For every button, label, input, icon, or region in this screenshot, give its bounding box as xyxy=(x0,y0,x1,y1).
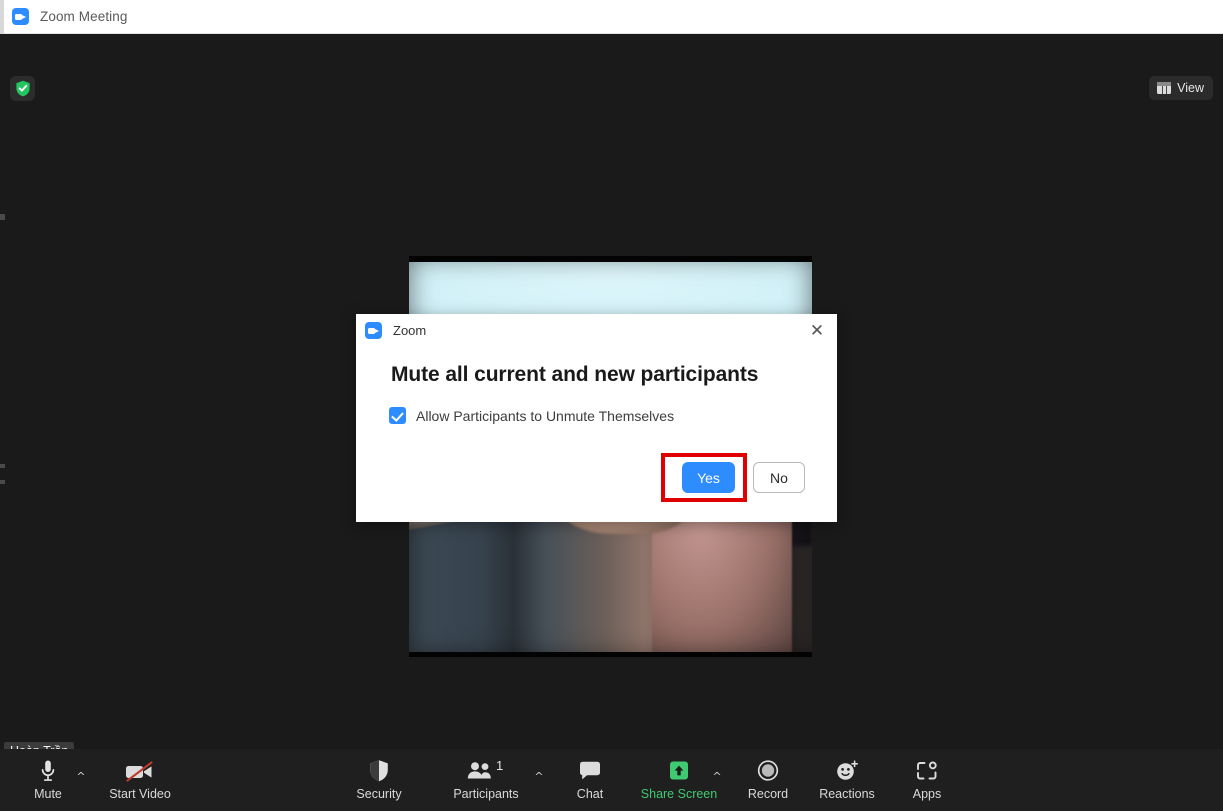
window-titlebar: Zoom Meeting xyxy=(0,0,1223,34)
camera-off-icon xyxy=(123,758,157,784)
green-shield-check-icon[interactable] xyxy=(10,76,35,101)
zoom-camera-icon xyxy=(365,322,382,339)
shield-icon xyxy=(368,758,390,784)
dialog-title: Zoom xyxy=(393,323,427,338)
microphone-icon xyxy=(40,758,56,784)
zoom-meeting-window: Zoom Meeting View Zoom ✕ Mute all curren… xyxy=(0,0,1223,811)
allow-unmute-label: Allow Participants to Unmute Themselves xyxy=(416,407,675,424)
audio-options-caret-icon[interactable]: ^ xyxy=(74,769,88,783)
reactions-button-label: Reactions xyxy=(819,787,875,801)
close-icon[interactable]: ✕ xyxy=(805,321,829,341)
security-button-label: Security xyxy=(356,787,402,801)
share-screen-button[interactable]: Share Screen xyxy=(641,758,717,806)
mute-button[interactable]: Mute xyxy=(16,758,80,806)
share-screen-button-label: Share Screen xyxy=(640,787,718,801)
record-button-label: Record xyxy=(747,787,789,801)
chat-button[interactable]: Chat xyxy=(558,758,622,806)
chat-bubble-icon xyxy=(578,758,602,784)
grid-view-icon xyxy=(1157,82,1172,94)
record-circle-icon xyxy=(756,758,780,784)
participants-button[interactable]: 1 Participants xyxy=(453,758,519,806)
titlebar-left-edge xyxy=(0,0,4,34)
apps-brackets-icon xyxy=(915,758,939,784)
window-title: Zoom Meeting xyxy=(40,9,128,24)
stage-left-edge-artifacts xyxy=(0,34,5,749)
dialog-heading: Mute all current and new participants xyxy=(391,363,759,386)
view-button-label: View xyxy=(1177,81,1204,95)
participants-button-label: Participants xyxy=(453,787,519,801)
security-button[interactable]: Security xyxy=(347,758,411,806)
allow-unmute-checkbox-row[interactable]: Allow Participants to Unmute Themselves xyxy=(389,407,674,424)
dialog-titlebar: Zoom xyxy=(356,314,837,347)
record-button[interactable]: Record xyxy=(736,758,800,806)
meeting-toolbar: Mute ^ Start Video Security 1 Participan… xyxy=(0,749,1223,811)
reactions-button[interactable]: Reactions xyxy=(815,758,879,806)
share-screen-up-arrow-icon xyxy=(666,758,692,784)
yes-button[interactable]: Yes xyxy=(682,462,735,493)
apps-button-label: Apps xyxy=(912,787,942,801)
mute-button-label: Mute xyxy=(34,787,62,801)
share-options-caret-icon[interactable]: ^ xyxy=(710,769,724,783)
no-button[interactable]: No xyxy=(753,462,805,493)
chat-button-label: Chat xyxy=(576,787,604,801)
participants-options-caret-icon[interactable]: ^ xyxy=(532,769,546,783)
start-video-button[interactable]: Start Video xyxy=(108,758,172,806)
start-video-button-label: Start Video xyxy=(109,787,171,801)
people-icon: 1 xyxy=(463,758,509,784)
zoom-camera-icon xyxy=(12,8,29,25)
view-button[interactable]: View xyxy=(1149,76,1213,100)
smiley-plus-icon xyxy=(834,758,860,784)
allow-unmute-checkbox[interactable] xyxy=(389,407,406,424)
apps-button[interactable]: Apps xyxy=(895,758,959,806)
participants-count-badge: 1 xyxy=(496,758,504,773)
